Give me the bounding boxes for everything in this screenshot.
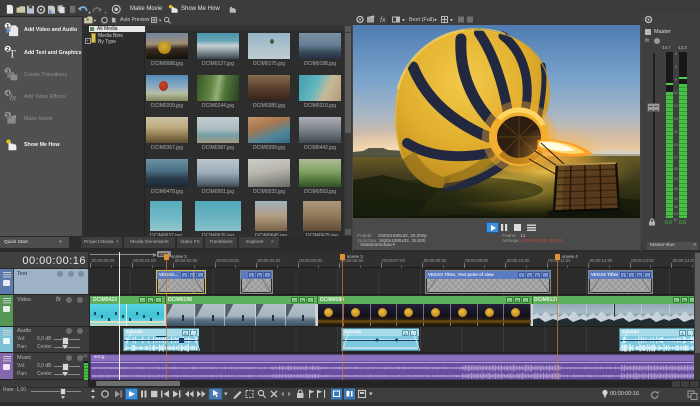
svg-text:fx: fx [380,17,386,24]
svg-text:+: + [86,17,89,23]
